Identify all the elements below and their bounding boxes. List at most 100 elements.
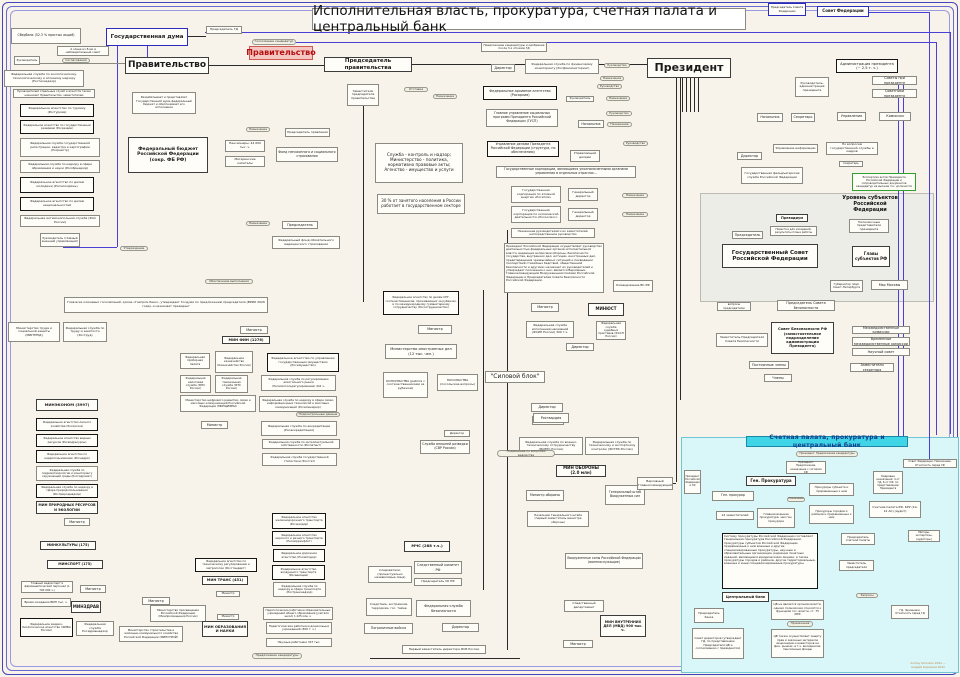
minstroy: Министерство строительства и жилищно-ком… xyxy=(119,626,183,642)
controlled-data-label: Подконтрольные данные xyxy=(296,412,340,417)
audit-section-header: Счетная палата, прокуратура и центральны… xyxy=(746,436,908,447)
connector-line-7 xyxy=(63,247,117,248)
mfa: Министерство иностранных дел (12 тыс. че… xyxy=(385,344,457,359)
candidate-proposal-note: Предложение кандидатуры и одобрение посл… xyxy=(481,42,547,52)
presidium: Президиум xyxy=(776,214,808,222)
scientific-council: Научный совет xyxy=(852,348,910,356)
leadership-label-2: Руководство xyxy=(597,84,622,89)
federation-council: Совет Федерации xyxy=(817,6,869,17)
appointment-label-8: Назначение xyxy=(787,497,805,502)
minzdrav: МИНЗДРАВ xyxy=(71,601,101,613)
cb-investor-note: ЦБ также осуществляет защиту прав и зако… xyxy=(771,629,824,658)
rosprirodnadzor: Федеральная служба по надзору в сфере пр… xyxy=(36,484,98,498)
appointment-label-1: Назначение xyxy=(433,94,457,99)
armed-forces: Вооруженные силы Российской Федерации (в… xyxy=(565,553,643,569)
rosreestr: Федеральная служба государственной регис… xyxy=(20,138,100,157)
deputy-secretaries: Заместители секретаря xyxy=(850,363,894,372)
investigators-note: Следователи, (процессуально независимые … xyxy=(368,566,412,583)
assay-chamber: Федеральная пробирная палата xyxy=(180,353,210,369)
chairman-federation-council: Председатель Совета Федерации xyxy=(768,3,806,16)
connector-line-6 xyxy=(117,46,118,247)
page-title: Исполнительная власть, прокуратура, счет… xyxy=(312,8,746,30)
gd-accountability-note: ГД. Чиновники. Отчетность перед ГД xyxy=(891,605,929,619)
chief-gusp: Начальник xyxy=(578,120,604,128)
supervisory-board-note: 4 члена из 8-ми в наблюдательный совет xyxy=(57,46,109,56)
connector-line-2 xyxy=(296,42,936,43)
chairman-government: Председатель правительства xyxy=(324,57,412,72)
board-chairman: Председатель правления xyxy=(285,128,330,137)
rostrud: Федеральная служба по труду и занятости … xyxy=(63,322,107,342)
connector-line-10 xyxy=(507,230,508,650)
chief-admin: Начальник xyxy=(757,113,783,122)
leadership-label-3: Руководство xyxy=(606,111,632,116)
members: Члены xyxy=(764,374,792,382)
fadn: Федеральное агентство по делам националь… xyxy=(20,197,94,211)
svr: Служба внешней разведки (СВР России) xyxy=(420,440,470,454)
appointment-label-3: Назначение xyxy=(246,221,270,226)
rosstat: Федеральная служба государственной стати… xyxy=(262,453,337,466)
federal-budget: Федеральный бюджет Российской Федерации … xyxy=(128,137,208,173)
legend-service-ministry-agency: Служба - контроль и надзор; Министерство… xyxy=(375,143,463,183)
notes-label: Примечания xyxy=(787,621,813,627)
heads-appointment-note: Руководителей отдельных служб и агентств… xyxy=(13,89,95,98)
minfin: МИН ФИН (1276) xyxy=(222,336,270,344)
fas: Федеральная антимонопольная служба (ФАС … xyxy=(20,215,100,227)
roszdravnadzor: Федеральная служба Росздравнадзор xyxy=(76,621,114,636)
org-chart-canvas: Исполнительная власть, прокуратура, счет… xyxy=(0,0,960,677)
director-svr: Директор xyxy=(531,403,563,412)
roskosmos: Государственная корпорация по космическо… xyxy=(511,206,561,223)
presidential-envoys: Полномочные представители президента xyxy=(849,219,889,233)
approval-label: Утверждение xyxy=(120,246,148,251)
minister-justice: Министр xyxy=(531,303,559,312)
minprosveshcheniya: Министерство просвещения Российской Феде… xyxy=(150,605,206,622)
rosnedra: Федеральное агентство по недропользовани… xyxy=(36,450,98,463)
civil-service-directorate: По вопросам государственной службы и кад… xyxy=(826,142,878,155)
minjust: МИНЮСТ xyxy=(588,303,624,316)
minekonom: МИНЭКОНОМ (3997) xyxy=(36,399,98,411)
connector-line-19 xyxy=(682,78,683,112)
chairman-security-council: Председатель Совета безопасности xyxy=(777,300,835,311)
medical-personnel-note: Главный медэксперт и фармацевтический пе… xyxy=(21,581,73,593)
first-deputy-fsb: Первый заместитель директора ФСБ России xyxy=(402,645,486,654)
armed-forces-command: Командование ВС РФ xyxy=(613,280,653,292)
deputy-chairman-security-council: Заместитель Председателя Совета безопасн… xyxy=(716,333,768,347)
heads-appointment-direct: Назначение руководителей и их заместител… xyxy=(511,228,595,238)
president-appointment-note: Президент. Предложение, назначение с сог… xyxy=(786,461,826,474)
deputy-chairman-cb: Заместитель председателя xyxy=(839,560,874,571)
deputy-chairmen: Заместители председателя правительства xyxy=(347,84,379,106)
rosakkreditatsia: Федеральная служба по аккредитации (Роса… xyxy=(261,421,337,436)
information-directorate: Управление информации xyxy=(773,144,818,153)
president: Президент xyxy=(647,58,731,78)
state-duma: Государственная дума xyxy=(106,28,188,46)
fstek: Федеральная служба по техническому и экс… xyxy=(585,437,639,455)
minister-tsifry: Министр xyxy=(201,421,228,429)
leadership-label-1: Руководство xyxy=(604,63,630,68)
head-rosarkhiv: Руководитель xyxy=(566,96,594,102)
connector-line-25 xyxy=(370,658,520,659)
rosgidromet: Федеральная служба по гидрометеорологии … xyxy=(36,466,98,481)
sf-appointment-note: Совет Федерации. Назначение. Отчетность … xyxy=(903,459,957,468)
fts: Федеральная таможенная служба (ФТС Росси… xyxy=(215,375,248,393)
oms-fund: Федеральный фонд обязательного медицинск… xyxy=(272,236,340,249)
connector-line-9 xyxy=(483,290,484,590)
treasury: Федеральное казначейство (Казначейство Р… xyxy=(215,351,253,373)
minister-health: Министр xyxy=(80,585,106,593)
maternity-capital: Материнские капиталы xyxy=(225,156,265,167)
roskomnadzor: Федеральная служба по надзору в сфере св… xyxy=(259,396,337,412)
minister-fin: Министр xyxy=(240,326,268,334)
rosaviatsia: Федеральное агентство воздушного транспо… xyxy=(272,565,325,580)
chairman-state-duma: Председатель ГД xyxy=(206,26,242,34)
fssp: Федеральная служба судебных приставов (Ф… xyxy=(596,321,626,340)
gazprombank-note: Глав всех ключевых госкомпаний, кроме «Г… xyxy=(64,297,268,313)
investigative-department: Следственный департамент xyxy=(564,600,604,612)
connector-line-23 xyxy=(698,78,699,112)
central-bank: Центральный банк xyxy=(722,592,769,602)
property-manager: Управляющий делами xyxy=(570,150,600,162)
appointments-label-1: Назначения xyxy=(600,76,624,81)
state-corporations-note: Государственные корпорации, являющиеся у… xyxy=(496,166,636,178)
rosleskhoz: Федеральное агентство лесного хозяйства … xyxy=(36,418,98,431)
courier-service: Государственная фельдъегерская служба Ро… xyxy=(741,167,803,184)
consulates: КОНСУЛЬСТВА (работа с соотечественниками… xyxy=(383,372,428,398)
candidates-expertise: Экспертиза актов Президента Российской Ф… xyxy=(852,173,916,191)
connector-line-17 xyxy=(676,78,677,482)
